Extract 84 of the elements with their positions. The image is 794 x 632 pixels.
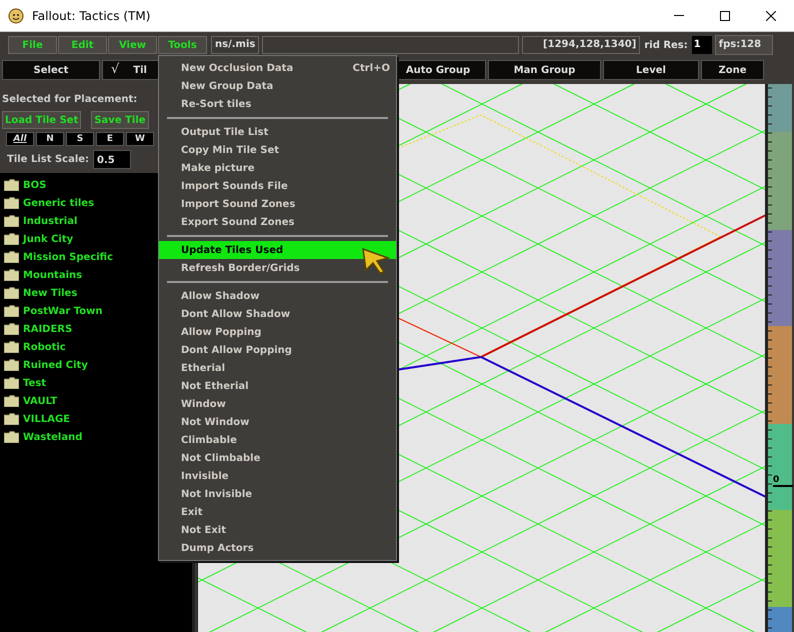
folder-icon — [4, 287, 19, 299]
folder-icon — [4, 215, 19, 227]
text-field[interactable] — [262, 36, 520, 54]
maximize-icon — [720, 10, 730, 20]
folder-icon — [4, 251, 19, 263]
folder-item[interactable]: VILLAGE — [23, 412, 70, 426]
menu-button[interactable]: Tools — [158, 36, 207, 54]
mode-tab[interactable]: Zone — [701, 60, 764, 80]
folder-icon — [4, 197, 19, 209]
folder-item[interactable]: BOS — [23, 178, 46, 192]
coordinates-field: [1294,128,1340] — [522, 36, 640, 54]
menu-item[interactable]: Import Sounds File — [159, 177, 396, 195]
direction-button[interactable]: All — [6, 132, 34, 146]
menu-item[interactable]: Copy Min Tile Set — [159, 141, 396, 159]
folder-icon — [4, 269, 19, 281]
menu-item[interactable]: Not Etherial — [159, 377, 396, 395]
menu-item[interactable]: Invisible — [159, 467, 396, 485]
menu-button[interactable]: File — [8, 36, 57, 54]
menu-item[interactable]: Not Exit — [159, 521, 396, 539]
direction-button[interactable]: E — [96, 132, 124, 146]
load-button[interactable]: Load Tile Set — [2, 111, 82, 129]
scale-field[interactable]: 0.5 — [93, 150, 132, 169]
save-button[interactable]: Save Tile — [91, 111, 149, 129]
folder-icon — [4, 341, 19, 353]
menu-item[interactable]: Allow Shadow — [159, 287, 396, 305]
menu-item[interactable]: Not Invisible — [159, 485, 396, 503]
menu-item[interactable]: Window — [159, 395, 396, 413]
fps-counter: fps:128 — [714, 35, 773, 55]
folder-icon — [4, 323, 19, 335]
resolution-field[interactable]: 1 — [692, 36, 712, 54]
menu-item[interactable]: Dont Allow Popping — [159, 341, 396, 359]
menu-item[interactable]: Re-Sort tiles — [159, 95, 396, 113]
mode-tab[interactable]: Man Group — [488, 60, 601, 80]
menu-item[interactable]: Dump Actors — [159, 539, 396, 557]
menu-item[interactable]: New Group Data — [159, 77, 396, 95]
folder-item[interactable]: VAULT — [23, 394, 58, 408]
direction-button[interactable]: W — [126, 132, 154, 146]
folder-item[interactable]: Industrial — [23, 214, 78, 228]
menu-item[interactable]: Export Sound Zones — [159, 213, 396, 231]
menu-item[interactable]: Not Climbable — [159, 449, 396, 467]
menu-item[interactable]: Output Tile List — [159, 123, 396, 141]
scale-label: Tile List Scale: — [7, 153, 90, 167]
folder-item[interactable]: Test — [23, 376, 46, 390]
folder-item[interactable]: PostWar Town — [23, 304, 102, 318]
menu-item[interactable]: Exit — [159, 503, 396, 521]
folder-icon — [4, 233, 19, 245]
close-icon — [766, 10, 776, 20]
folder-item[interactable]: Robotic — [23, 340, 66, 354]
folder-icon — [4, 377, 19, 389]
menu-item[interactable]: Not Window — [159, 413, 396, 431]
folder-item[interactable]: RAIDERS — [23, 322, 72, 336]
menu-item[interactable]: Dont Allow Shadow — [159, 305, 396, 323]
folder-item[interactable]: Junk City — [23, 232, 74, 246]
folder-item[interactable]: Ruined City — [23, 358, 88, 372]
folder-item[interactable]: Wasteland — [23, 430, 82, 444]
folder-item[interactable]: Generic tiles — [23, 196, 94, 210]
folder-icon — [4, 305, 19, 317]
direction-button[interactable]: S — [66, 132, 94, 146]
mouse-pointer-icon — [362, 248, 390, 274]
menu-item[interactable]: Etherial — [159, 359, 396, 377]
mode-tab[interactable]: Select — [2, 60, 100, 80]
menu-item[interactable]: Make picture — [159, 159, 396, 177]
folder-icon — [4, 179, 19, 191]
window-title: Fallout: Tactics (TM) — [32, 8, 150, 24]
mode-tab[interactable]: Level — [603, 60, 699, 80]
app-icon — [8, 8, 24, 24]
menu-item[interactable]: Climbable — [159, 431, 396, 449]
folder-item[interactable]: Mountains — [23, 268, 82, 282]
menu-item[interactable]: Import Sound Zones — [159, 195, 396, 213]
resolution-label: rid Res: — [644, 38, 688, 52]
folder-icon — [4, 395, 19, 407]
menu-item[interactable]: Refresh Border/Grids — [159, 259, 396, 277]
direction-button[interactable]: N — [36, 132, 64, 146]
menu-button[interactable]: Edit — [58, 36, 107, 54]
folder-icon — [4, 359, 19, 371]
file-name-field: ns/.mis — [211, 36, 260, 54]
minimize-icon — [674, 15, 684, 16]
folder-icon — [4, 413, 19, 425]
menu-item[interactable]: Update Tiles Used — [159, 241, 396, 259]
folder-item[interactable]: Mission Specific — [23, 250, 114, 264]
menu-button[interactable]: View — [108, 36, 157, 54]
menu-item[interactable]: Allow Popping — [159, 323, 396, 341]
folder-item[interactable]: New Tiles — [23, 286, 78, 300]
folder-icon — [4, 431, 19, 443]
